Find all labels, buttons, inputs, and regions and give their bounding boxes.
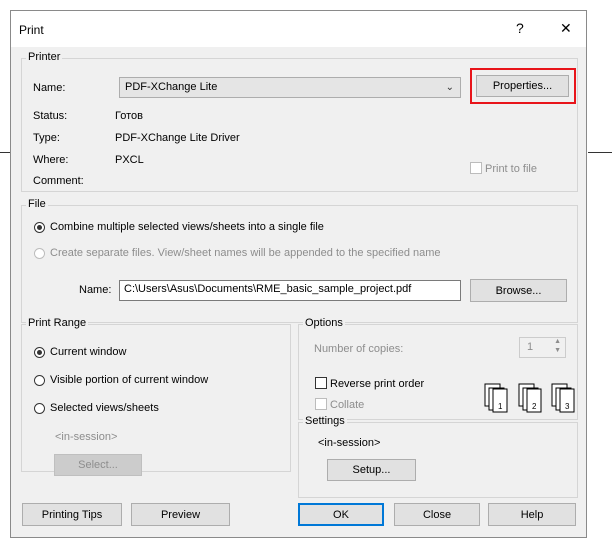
selected-views-radio[interactable] [34,403,45,414]
printer-name-select[interactable]: PDF-XChange Lite ⌄ [119,77,461,98]
printing-tips-button[interactable]: Printing Tips [22,503,122,526]
printer-group: Printer Name: PDF-XChange Lite ⌄ Propert… [21,51,578,192]
visible-portion-radio[interactable] [34,375,45,386]
printer-group-label: Printer [26,51,63,63]
settings-in-session-label: <in-session> [318,437,381,449]
close-button[interactable]: Close [394,503,480,526]
copies-stepper[interactable]: 1 ▲ ▼ [519,337,566,358]
properties-button[interactable]: Properties... [476,75,569,97]
status-value: Готов [115,110,143,122]
copies-value: 1 [527,341,534,353]
select-button[interactable]: Select... [54,454,142,476]
settings-group-label: Settings [303,415,347,427]
reverse-order-checkbox[interactable] [315,377,327,389]
file-name-input[interactable]: C:\Users\Asus\Documents\RME_basic_sample… [119,280,461,301]
printer-name-value: PDF-XChange Lite [125,81,218,93]
file-name-label: Name: [79,284,112,296]
title-bar: Print ? ✕ [11,11,586,47]
page-number-2: 2 [532,402,537,411]
page-order-icon-2: 2 [518,383,542,413]
comment-label: Comment: [33,175,84,187]
print-to-file-label: Print to file [485,163,537,175]
visible-portion-label: Visible portion of current window [50,374,209,386]
where-label: Where: [33,154,69,166]
range-in-session-label: <in-session> [55,431,118,443]
print-range-group: Print Range Current window Visible porti… [21,317,291,476]
ok-button[interactable]: OK [298,503,384,526]
help-button[interactable]: Help [488,503,576,526]
page-number-3: 3 [565,402,570,411]
combine-label: Combine multiple selected views/sheets i… [50,221,324,233]
file-group: File Combine multiple selected views/she… [21,198,578,323]
settings-group: Settings <in-session> Setup... [298,415,578,498]
options-group: Options Number of copies: 1 ▲ ▼ Reverse … [298,317,578,420]
separate-files-radio[interactable] [34,248,45,259]
preview-button[interactable]: Preview [131,503,230,526]
spin-up-icon[interactable]: ▲ [554,338,561,345]
selected-views-label: Selected views/sheets [50,402,159,414]
where-value: PXCL [115,154,144,166]
collate-checkbox[interactable] [315,398,327,410]
current-window-label: Current window [50,346,127,358]
setup-button[interactable]: Setup... [327,459,416,481]
close-icon[interactable]: ✕ [560,20,572,37]
separate-files-label: Create separate files. View/sheet names … [50,247,441,259]
page-order-icon-1: 1 [484,383,508,413]
type-value: PDF-XChange Lite Driver [115,132,240,144]
spin-down-icon[interactable]: ▼ [554,347,561,354]
copies-label: Number of copies: [314,343,404,355]
chevron-down-icon: ⌄ [445,82,454,93]
browse-button[interactable]: Browse... [470,279,567,302]
type-label: Type: [33,132,60,144]
page-number-1: 1 [498,402,503,411]
file-group-label: File [26,198,48,210]
printer-name-label: Name: [33,82,66,94]
help-icon[interactable]: ? [516,20,524,36]
collate-label: Collate [330,399,365,411]
dialog-title: Print [19,23,44,37]
print-to-file-checkbox[interactable] [470,162,482,174]
options-group-label: Options [303,317,345,329]
current-window-radio[interactable] [34,347,45,358]
background-line-right [588,152,612,153]
status-label: Status: [33,110,68,122]
page-order-icon-3: 3 [551,383,575,413]
print-dialog: Print ? ✕ Printer Name: PDF-XChange Lite… [10,10,587,538]
combine-radio[interactable] [34,222,45,233]
reverse-order-label: Reverse print order [330,378,425,390]
print-range-group-label: Print Range [26,317,89,329]
